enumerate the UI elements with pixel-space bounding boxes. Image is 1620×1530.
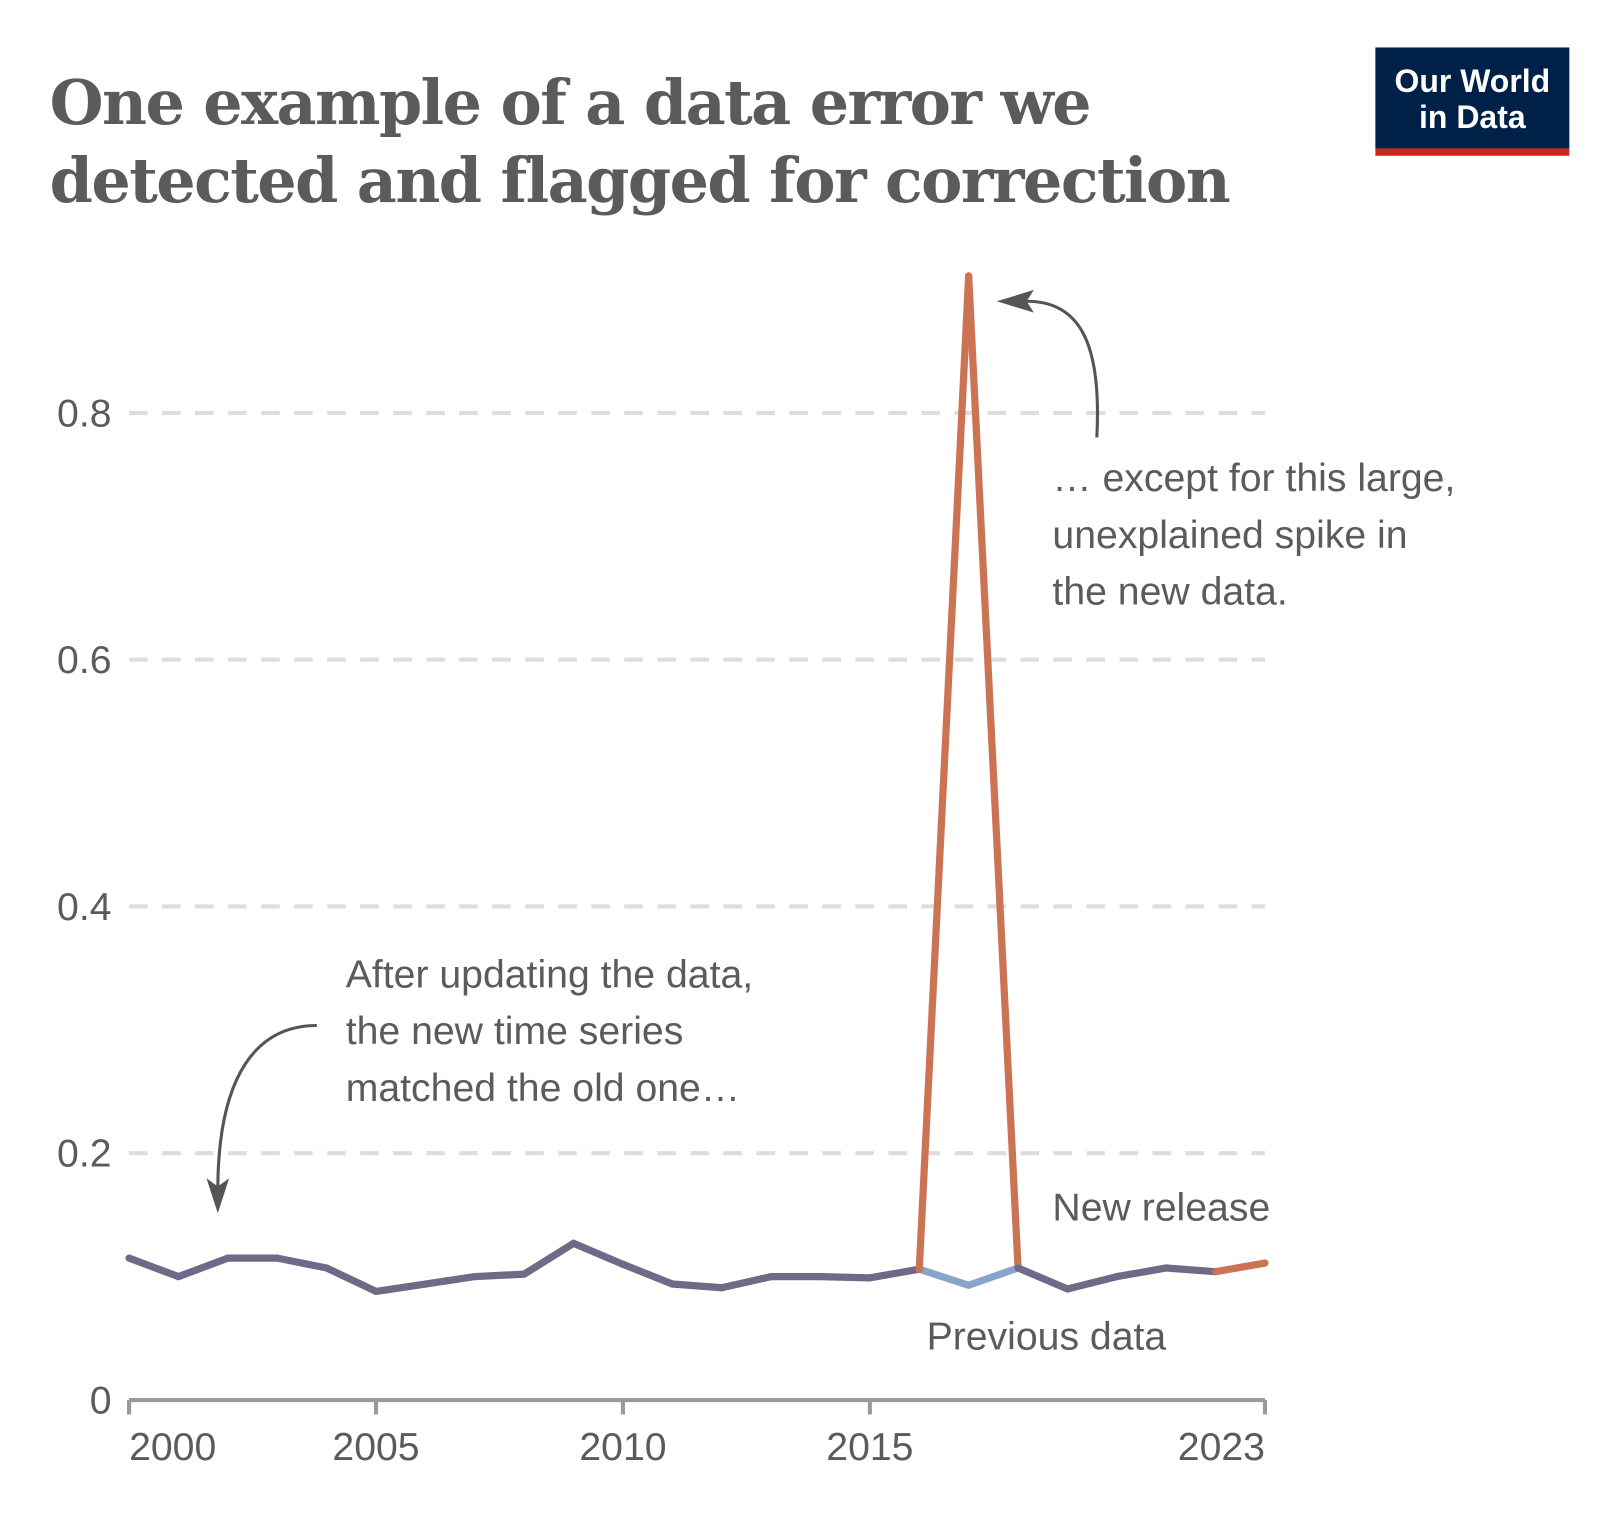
annotation-left: After updating the data, the new time se… (206, 953, 753, 1214)
annotation-right-line-1: … except for this large, (1052, 457, 1455, 500)
overlap-segment (520, 1239, 578, 1278)
logo-text-2: in Data (1419, 99, 1526, 135)
y-tick-label: 0.6 (57, 639, 111, 682)
overlap-segment (816, 1273, 874, 1282)
owid-logo: Our World in Data (1375, 47, 1570, 156)
annotation-right: … except for this large, unexplained spi… (996, 289, 1455, 614)
new-release-segment (1211, 1259, 1269, 1276)
y-tick-label: 0.2 (57, 1133, 111, 1176)
annotation-right-line-2: unexplained spike in (1052, 514, 1407, 557)
logo-accent-bar (1375, 148, 1570, 156)
arrow-right (1026, 299, 1100, 438)
x-tick-label: 2015 (826, 1426, 913, 1469)
chart-title-line-2: detected and flagged for correction (50, 144, 1230, 217)
series-lines (125, 272, 1269, 1296)
overlap-segment (174, 1254, 232, 1281)
overlap-segment (323, 1264, 380, 1296)
x-tick-label: 2023 (1178, 1426, 1265, 1469)
previous-data-segment (965, 1264, 1022, 1289)
annotation-left-line-2: the new time series (346, 1010, 684, 1053)
x-tick-label: 2000 (129, 1426, 216, 1469)
y-tick-label: 0.4 (57, 886, 111, 929)
overlap-segment (668, 1280, 726, 1292)
x-tick-label: 2005 (332, 1426, 419, 1469)
legend-label-new-release: New release (1052, 1186, 1270, 1229)
overlap-segment (421, 1273, 479, 1288)
y-tick-label: 0 (90, 1379, 112, 1422)
y-tick-label: 0.8 (57, 392, 111, 435)
overlap-segment (1014, 1264, 1072, 1293)
overlap-segment (1162, 1264, 1220, 1276)
overlap-segment (718, 1273, 775, 1292)
previous-data-segment (915, 1265, 973, 1289)
overlap-segment (372, 1280, 430, 1296)
logo-text-1: Our World (1394, 63, 1550, 99)
x-tick-label: 2010 (579, 1426, 666, 1469)
overlap-segment (125, 1254, 183, 1281)
chart-title-line-1: One example of a data error we (50, 66, 1090, 139)
annotation-left-line-1: After updating the data, (346, 953, 753, 996)
legend-label-previous-data: Previous data (927, 1315, 1167, 1358)
new-release-segment (965, 272, 1022, 1272)
overlap-segment (1113, 1264, 1170, 1281)
overlap-segment (569, 1239, 627, 1268)
annotation-right-line-3: the new data. (1052, 571, 1287, 614)
arrow-left (216, 1023, 317, 1187)
overlap-segment (619, 1260, 676, 1288)
overlap-segment (1063, 1273, 1121, 1293)
overlap-segment (866, 1265, 923, 1282)
annotation-left-line-3: matched the old one… (346, 1067, 740, 1110)
overlap-segment (471, 1270, 528, 1281)
line-chart: One example of a data error we detected … (50, 47, 1570, 1469)
overlap-segment (273, 1254, 331, 1272)
new-release-segment (915, 272, 973, 1273)
